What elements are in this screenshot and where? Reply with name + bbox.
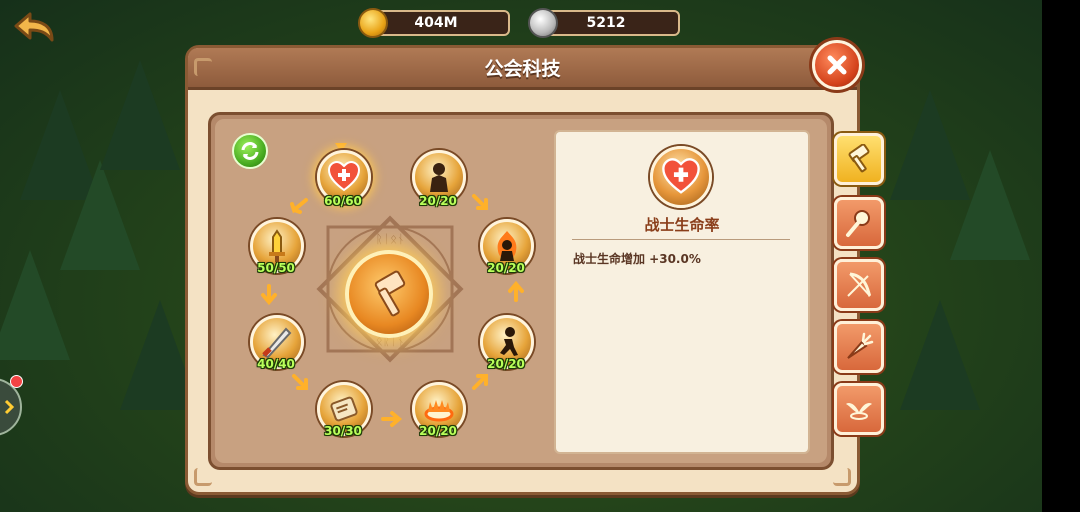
carrot-icon: [847, 332, 874, 359]
staff-icon: [846, 210, 870, 237]
hammer-icon: [374, 270, 406, 317]
tab-staff[interactable]: [834, 197, 884, 249]
flame-warrior-icon: [497, 231, 517, 261]
detail-skill-icon: [650, 146, 712, 208]
wings-icon: [846, 402, 872, 420]
tab-carrot[interactable]: [834, 321, 884, 373]
skill-progress: 20/20: [419, 424, 457, 438]
bow-icon: [847, 272, 872, 298]
blade-icon: [262, 327, 292, 359]
tab-hammer[interactable]: [834, 133, 884, 185]
background-tree: [100, 60, 180, 170]
skill-progress: 40/40: [257, 357, 295, 371]
close-button[interactable]: [812, 40, 862, 90]
skill-progress: 30/30: [324, 424, 362, 438]
background-tree: [0, 250, 70, 360]
scroll-icon: [330, 396, 358, 422]
corner-ornament: [194, 58, 212, 76]
tab-bow[interactable]: [834, 259, 884, 311]
background-tree: [950, 150, 1030, 260]
detail-effect: 战士生命增加 +30.0%: [573, 252, 701, 266]
back-arrow-icon: [14, 12, 54, 42]
stone-amount: 5212: [586, 15, 626, 31]
heart-cross-icon: [662, 158, 700, 194]
refresh-icon: [241, 142, 259, 160]
arrow-icon: [290, 372, 312, 394]
panel-title: 公会科技: [484, 58, 561, 80]
stone-counter: 5212: [528, 8, 680, 38]
gold-coin-icon: [358, 8, 388, 38]
fire-ring-icon: [424, 400, 454, 422]
chevron-right-icon: [4, 399, 15, 415]
refresh-button[interactable]: [232, 133, 268, 169]
skill-progress: 20/20: [419, 194, 457, 208]
arrow-icon: [470, 370, 492, 392]
arrow-icon: [505, 280, 527, 302]
skill-progress: 20/20: [487, 357, 525, 371]
tab-wings[interactable]: [834, 383, 884, 435]
arrow-icon: [288, 196, 310, 218]
panel-title-bar: 公会科技: [188, 48, 857, 90]
background-tree: [900, 300, 980, 410]
screen-edge: [1042, 0, 1080, 512]
background-tree: [60, 160, 140, 270]
detail-divider: [572, 239, 790, 240]
hammer-icon: [848, 144, 870, 173]
heart-cross-icon: [327, 160, 361, 192]
stone-icon: [528, 8, 558, 38]
detail-title: 战士生命率: [644, 216, 720, 234]
notification-dot: [10, 375, 23, 388]
corner-ornament: [833, 468, 851, 486]
warrior-silhouette-icon: [430, 163, 448, 192]
center-tech-node[interactable]: [345, 250, 433, 338]
back-button[interactable]: [12, 10, 56, 46]
arrow-icon: [470, 192, 492, 214]
close-icon: [827, 55, 847, 75]
sword-icon: [269, 229, 285, 262]
arrow-icon: [381, 408, 403, 430]
arrow-icon: [258, 284, 280, 306]
gold-amount: 404M: [414, 15, 458, 31]
skill-progress: 20/20: [487, 261, 525, 275]
skill-progress: 50/50: [257, 261, 295, 275]
gold-counter: 404M: [358, 8, 510, 38]
svg-text:ᚱᛁᛟᚾ: ᚱᛁᛟᚾ: [376, 232, 405, 246]
corner-ornament: [194, 468, 212, 486]
skill-progress: 60/60: [324, 194, 362, 208]
runner-icon: [500, 327, 518, 356]
